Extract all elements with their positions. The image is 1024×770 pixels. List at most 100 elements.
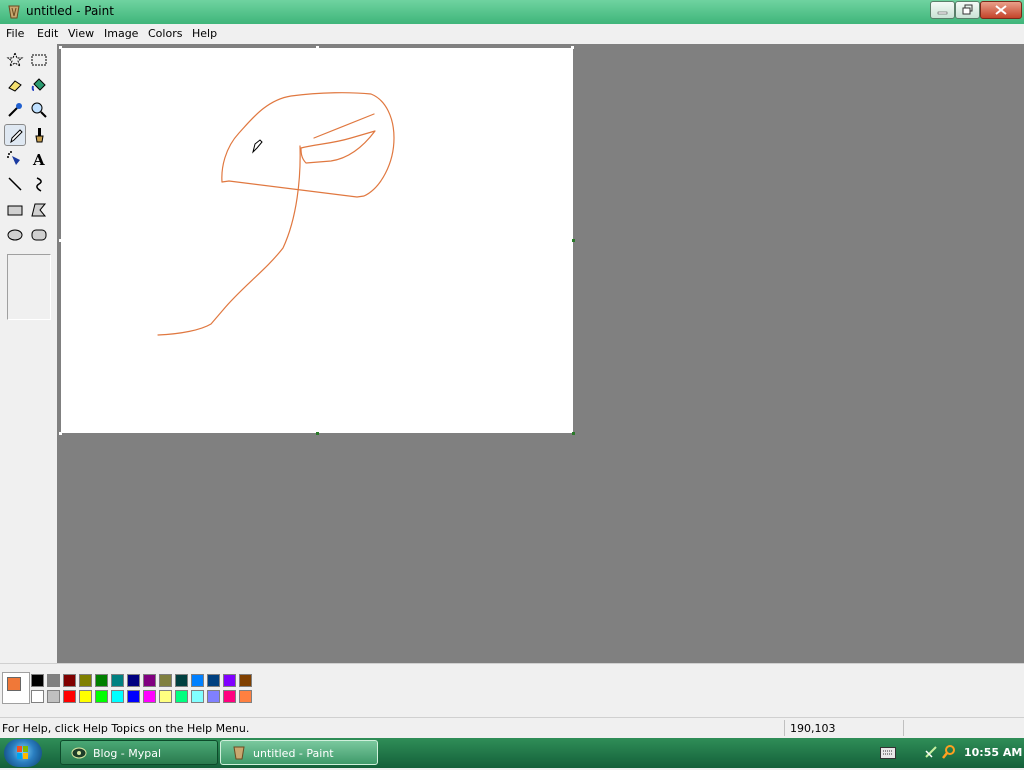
palette-swatch[interactable] xyxy=(127,674,140,687)
palette-swatch[interactable] xyxy=(31,690,44,703)
tool-curve[interactable] xyxy=(28,173,50,195)
palette-swatch[interactable] xyxy=(127,690,140,703)
status-coordinates: 190,103 xyxy=(790,722,836,735)
windows-logo-icon xyxy=(17,746,28,759)
palette-swatch[interactable] xyxy=(239,674,252,687)
taskbar: Blog - Mypal untitled - Paint 10:55 AM xyxy=(0,738,1024,768)
palette-swatch[interactable] xyxy=(175,690,188,703)
paint-app-icon xyxy=(6,4,22,20)
stroke-outline xyxy=(221,92,395,198)
text-icon: A xyxy=(32,151,45,168)
close-button[interactable] xyxy=(980,1,1022,19)
palette-swatch[interactable] xyxy=(47,674,60,687)
palette-swatch[interactable] xyxy=(175,674,188,687)
palette-swatch[interactable] xyxy=(111,690,124,703)
canvas-resize-handle[interactable] xyxy=(572,432,575,435)
canvas-resize-handle[interactable] xyxy=(572,239,575,242)
star-select-icon xyxy=(6,51,24,68)
search-icon[interactable] xyxy=(941,744,957,763)
palette-swatch[interactable] xyxy=(159,674,172,687)
toolbox: A xyxy=(0,44,58,663)
palette-swatch[interactable] xyxy=(63,690,76,703)
canvas-handle xyxy=(59,46,62,49)
tool-eraser[interactable] xyxy=(4,74,26,96)
line-icon xyxy=(8,177,22,191)
tool-rectangle[interactable] xyxy=(4,199,26,221)
drawing-canvas[interactable] xyxy=(59,46,575,435)
rounded-rect-icon xyxy=(31,229,47,241)
taskbar-button-mypal[interactable]: Blog - Mypal xyxy=(60,740,218,765)
tool-free-form-select[interactable] xyxy=(4,49,26,71)
taskbar-clock[interactable]: 10:55 AM xyxy=(964,746,1022,759)
minimize-button[interactable] xyxy=(930,1,955,19)
canvas-handle xyxy=(59,432,62,435)
tool-pick-color[interactable] xyxy=(4,99,26,121)
title-bar[interactable]: untitled - Paint xyxy=(0,0,1024,24)
menu-image[interactable]: Image xyxy=(104,27,138,40)
palette-swatch[interactable] xyxy=(63,674,76,687)
magnifier-icon xyxy=(31,102,47,118)
tool-rectangle-select[interactable] xyxy=(28,49,50,71)
palette-swatch[interactable] xyxy=(111,674,124,687)
tool-options-box[interactable] xyxy=(7,254,51,320)
foreground-color-swatch xyxy=(7,677,21,691)
start-button[interactable] xyxy=(4,739,42,767)
palette-swatch[interactable] xyxy=(79,690,92,703)
palette-swatch[interactable] xyxy=(143,674,156,687)
bucket-icon xyxy=(31,78,46,91)
tool-airbrush[interactable] xyxy=(4,148,26,170)
palette-swatch[interactable] xyxy=(223,690,236,703)
canvas-handle xyxy=(316,46,319,49)
menu-edit[interactable]: Edit xyxy=(37,27,58,40)
palette-swatch[interactable] xyxy=(31,674,44,687)
canvas-handle xyxy=(571,46,574,49)
status-help-text: For Help, click Help Topics on the Help … xyxy=(2,722,250,735)
svg-text:A: A xyxy=(32,151,45,168)
pencil-icon xyxy=(10,129,23,144)
palette-swatch[interactable] xyxy=(191,674,204,687)
polygon-icon xyxy=(31,203,47,217)
keyboard-icon[interactable] xyxy=(880,747,896,762)
brush-icon xyxy=(35,128,44,143)
mypal-icon xyxy=(71,745,87,761)
close-icon xyxy=(995,5,1007,15)
color-palette xyxy=(0,663,1024,714)
tool-ellipse[interactable] xyxy=(4,224,26,246)
palette-swatch[interactable] xyxy=(191,690,204,703)
taskbar-button-paint[interactable]: untitled - Paint xyxy=(220,740,378,765)
palette-swatch[interactable] xyxy=(207,674,220,687)
tool-pencil[interactable] xyxy=(4,124,26,146)
airbrush-icon xyxy=(7,151,20,165)
palette-swatch[interactable] xyxy=(239,690,252,703)
menu-help[interactable]: Help xyxy=(192,27,217,40)
menu-bar: File Edit View Image Colors Help xyxy=(0,24,1024,44)
canvas-handle xyxy=(59,239,62,242)
minimize-icon xyxy=(937,11,948,15)
palette-swatch[interactable] xyxy=(47,690,60,703)
palette-swatch[interactable] xyxy=(95,674,108,687)
restore-button[interactable] xyxy=(955,1,980,19)
palette-swatch[interactable] xyxy=(159,690,172,703)
canvas-resize-handle[interactable] xyxy=(316,432,319,435)
tool-brush[interactable] xyxy=(28,124,50,146)
tool-magnifier[interactable] xyxy=(28,99,50,121)
tool-text[interactable]: A xyxy=(28,148,50,170)
pencil-cursor-icon xyxy=(252,139,263,154)
tool-rounded-rectangle[interactable] xyxy=(28,224,50,246)
palette-swatch[interactable] xyxy=(207,690,220,703)
palette-swatch[interactable] xyxy=(95,690,108,703)
drawing-strokes xyxy=(157,92,395,336)
palette-swatch[interactable] xyxy=(143,690,156,703)
window-title: untitled - Paint xyxy=(26,4,114,18)
palette-swatch[interactable] xyxy=(223,674,236,687)
tool-line[interactable] xyxy=(4,173,26,195)
menu-file[interactable]: File xyxy=(6,27,24,40)
menu-colors[interactable]: Colors xyxy=(148,27,182,40)
eyedropper-icon xyxy=(8,103,22,117)
tool-polygon[interactable] xyxy=(28,199,50,221)
ellipse-icon xyxy=(7,229,23,241)
palette-swatch[interactable] xyxy=(79,674,92,687)
menu-view[interactable]: View xyxy=(68,27,94,40)
network-icon[interactable] xyxy=(924,745,938,762)
tool-fill-with-color[interactable] xyxy=(28,74,50,96)
